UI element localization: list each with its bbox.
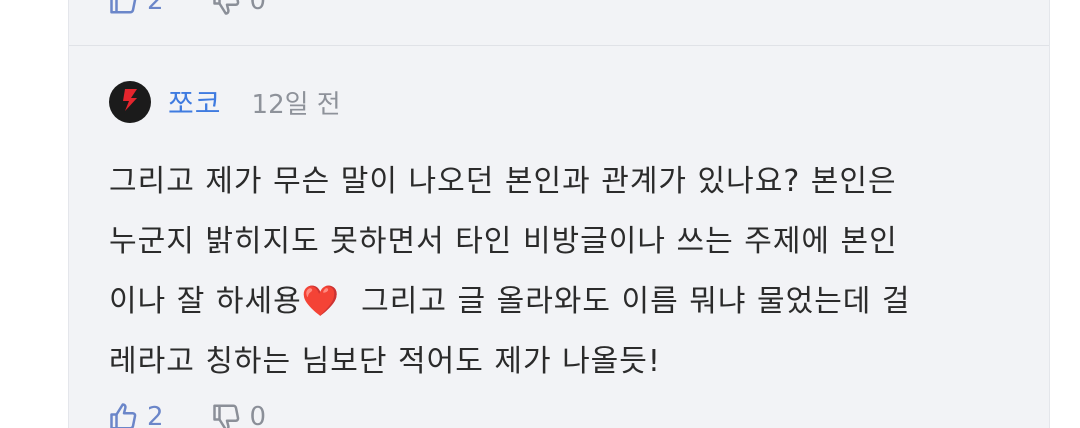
reply-thread-panel: 2 0 쪼코 12일 전 그리고 제가 무슨 말이 나오던 본인과 관계가 있나… [68,0,1050,428]
thumbs-down-icon [212,402,242,428]
comment-line: 이나 잘 하세용❤️ 그리고 글 올라와도 이름 뭐냐 물었는데 걸 [109,272,1009,332]
thumbs-up-icon [109,402,139,428]
comment-line: 레라고 칭하는 님보단 적어도 제가 나올듯! [109,344,661,379]
comment-reactions: 2 0 [109,402,314,428]
comment-text: 이나 잘 하세용 [109,284,302,319]
comment-author[interactable]: 쪼코 [168,82,222,122]
like-count: 2 [147,402,164,428]
comment-line: 그리고 제가 무슨 말이 나오던 본인과 관계가 있나요? 본인은 [109,164,897,199]
previous-comment-reactions: 2 0 [109,0,314,16]
dislike-count: 0 [249,402,267,428]
like-count: 2 [147,0,164,16]
like-button[interactable]: 2 [109,0,164,16]
dislike-button[interactable]: 0 [212,0,267,16]
comment-text: 그리고 글 올라와도 이름 뭐냐 물었는데 걸 [340,284,911,319]
avatar[interactable] [109,81,151,123]
dislike-count: 0 [249,0,267,16]
avatar-logo-icon [119,87,141,117]
thumbs-up-icon [109,0,139,16]
comment-body: 그리고 제가 무슨 말이 나오던 본인과 관계가 있나요? 본인은 누군지 밝히… [109,152,1009,392]
heart-emoji: ❤️ [301,284,341,319]
comment-header: 쪼코 12일 전 [109,81,341,123]
comment-line: 누군지 밝히지도 못하면서 타인 비방글이나 쓰는 주제에 본인 [109,224,898,259]
dislike-button[interactable]: 0 [212,402,267,428]
comment-timestamp: 12일 전 [251,89,341,120]
thumbs-down-icon [212,0,242,16]
comments-page: 2 0 쪼코 12일 전 그리고 제가 무슨 말이 나오던 본인과 관계가 있나… [0,0,1080,428]
like-button[interactable]: 2 [109,402,164,428]
comment-divider [69,45,1049,46]
